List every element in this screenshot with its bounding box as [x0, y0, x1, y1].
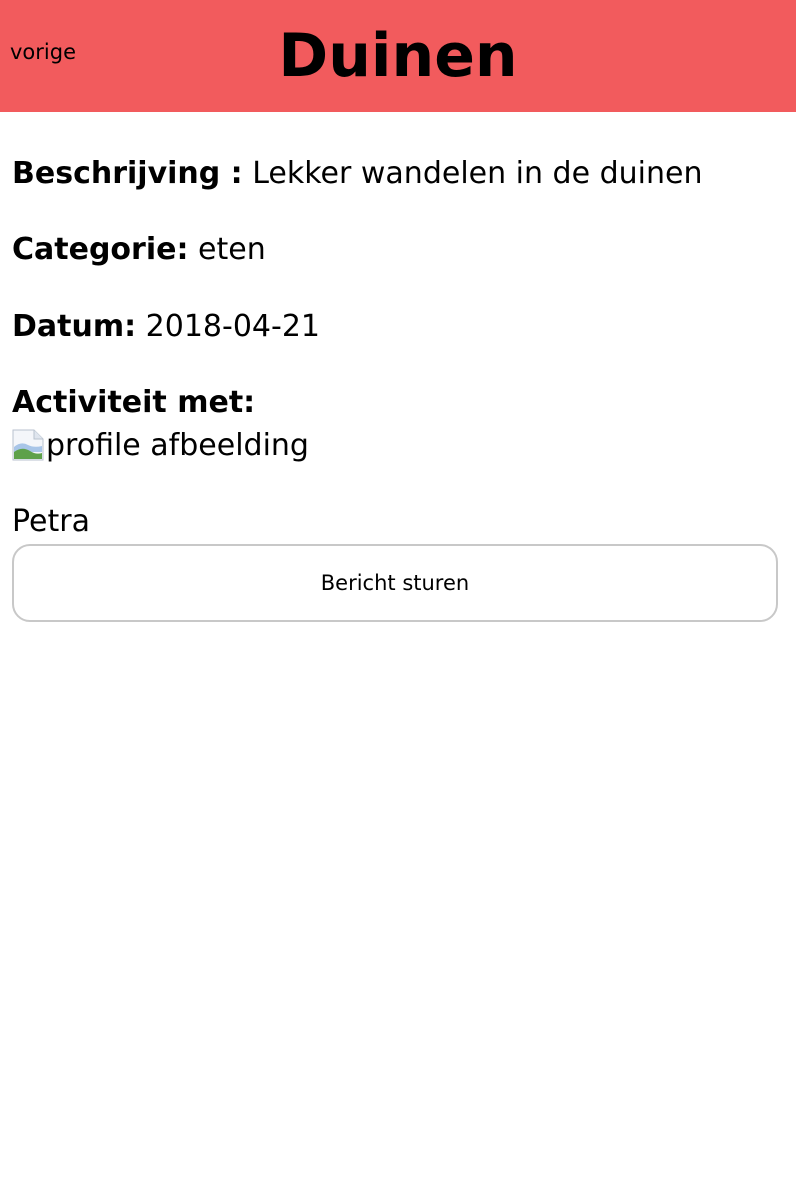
activity-with-label-row: Activiteit met: — [12, 384, 255, 422]
send-message-button[interactable]: Bericht sturen — [12, 544, 778, 622]
category-value: eten — [198, 232, 266, 267]
category-label: Categorie: — [12, 232, 189, 267]
broken-image-icon — [12, 429, 44, 461]
date-label: Datum: — [12, 309, 137, 344]
description-row: Beschrijving : Lekker wandelen in de dui… — [12, 155, 702, 193]
date-value: 2018-04-21 — [145, 309, 321, 344]
person-name: Petra — [12, 504, 90, 539]
description-value: Lekker wandelen in de duinen — [252, 156, 703, 191]
description-label: Beschrijving : — [12, 156, 243, 191]
profile-image-alt-text: profile afbeelding — [46, 427, 309, 463]
page-title: Duinen — [278, 21, 518, 91]
profile-image: profile afbeelding — [12, 425, 309, 465]
category-row: Categorie: eten — [12, 231, 266, 269]
activity-with-label: Activiteit met: — [12, 385, 256, 420]
date-row: Datum: 2018-04-21 — [12, 308, 320, 346]
header-bar: vorige Duinen — [0, 0, 796, 112]
